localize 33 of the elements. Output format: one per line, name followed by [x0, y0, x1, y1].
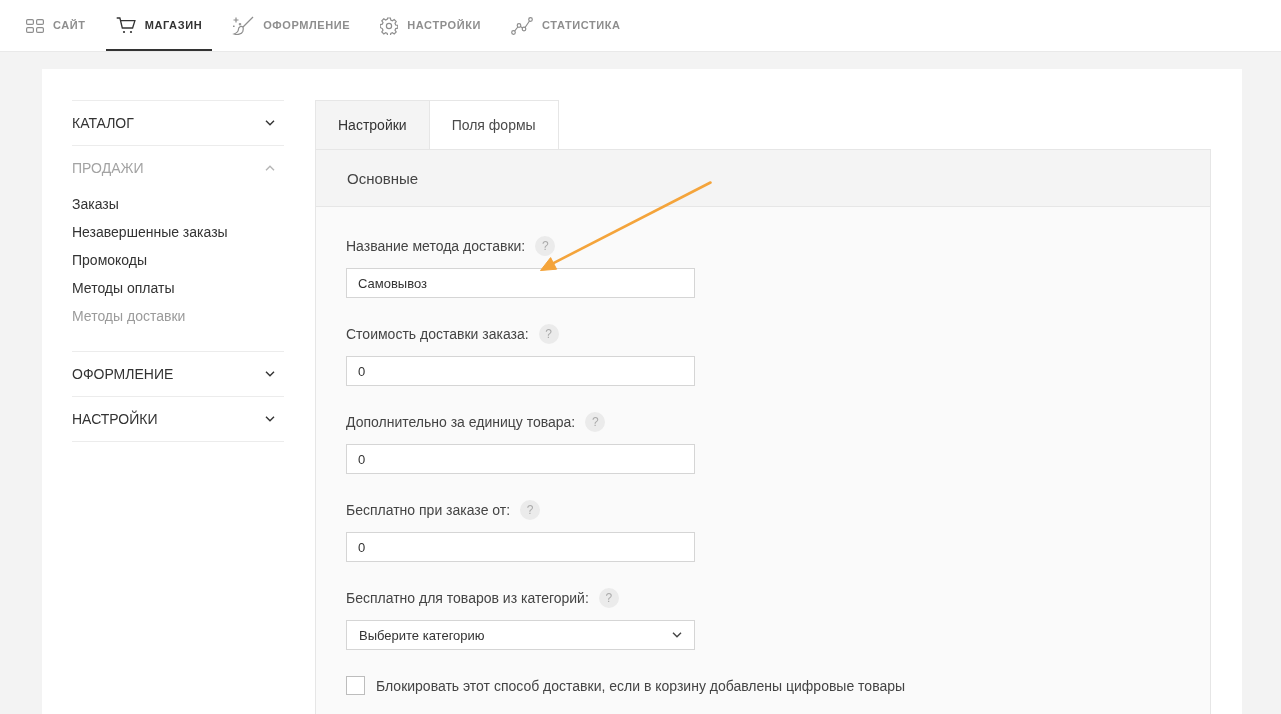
checkbox-label: Блокировать этот способ доставки, если в корзину добавлены цифровые товары [376, 677, 906, 694]
sidebar-section[interactable]: ОФОРМЛЕНИЕ [72, 352, 284, 396]
sidebar-section[interactable]: НАСТРОЙКИ [72, 397, 284, 441]
nav-tab[interactable]: МАГАЗИН [105, 0, 213, 51]
line-chart-icon [511, 16, 533, 35]
chevron-up-icon [265, 165, 275, 171]
text-input[interactable]: 0 [346, 444, 695, 474]
text-input[interactable]: 0 [346, 532, 695, 562]
checkbox[interactable] [346, 676, 365, 695]
chevron-down-icon [672, 632, 682, 638]
text-input[interactable]: Самовывоз [346, 268, 695, 298]
sidebar-link[interactable]: Заказы [72, 196, 119, 212]
sidebar-link[interactable]: Методы оплаты [72, 280, 175, 296]
field-label: Дополнительно за единицу товара: [346, 414, 576, 430]
sidebar-section[interactable]: КАТАЛОГ [72, 101, 284, 145]
grid-icon [26, 18, 44, 33]
tab[interactable]: Поля формы [428, 100, 559, 149]
field-label: Стоимость доставки заказа: [346, 326, 529, 342]
brush-icon [232, 15, 255, 36]
chevron-down-icon [265, 416, 275, 422]
field-label: Бесплатно при заказе от: [346, 502, 511, 518]
settings-icon [380, 16, 399, 35]
field-label: Название метода доставки: [346, 238, 526, 254]
sidebar-link[interactable]: Незавершенные заказы [72, 224, 228, 240]
sidebar-link[interactable]: Промокоды [72, 252, 148, 268]
tab[interactable]: Настройки [315, 100, 430, 149]
text-input[interactable]: 0 [346, 356, 695, 386]
cart-icon [115, 17, 136, 34]
chevron-down-icon [265, 120, 275, 126]
category-select[interactable]: Выберите категорию [346, 620, 695, 650]
field-label: Бесплатно для товаров из категорий: [346, 590, 589, 606]
chevron-down-icon [265, 371, 275, 377]
section-header: Основные [316, 150, 1210, 207]
